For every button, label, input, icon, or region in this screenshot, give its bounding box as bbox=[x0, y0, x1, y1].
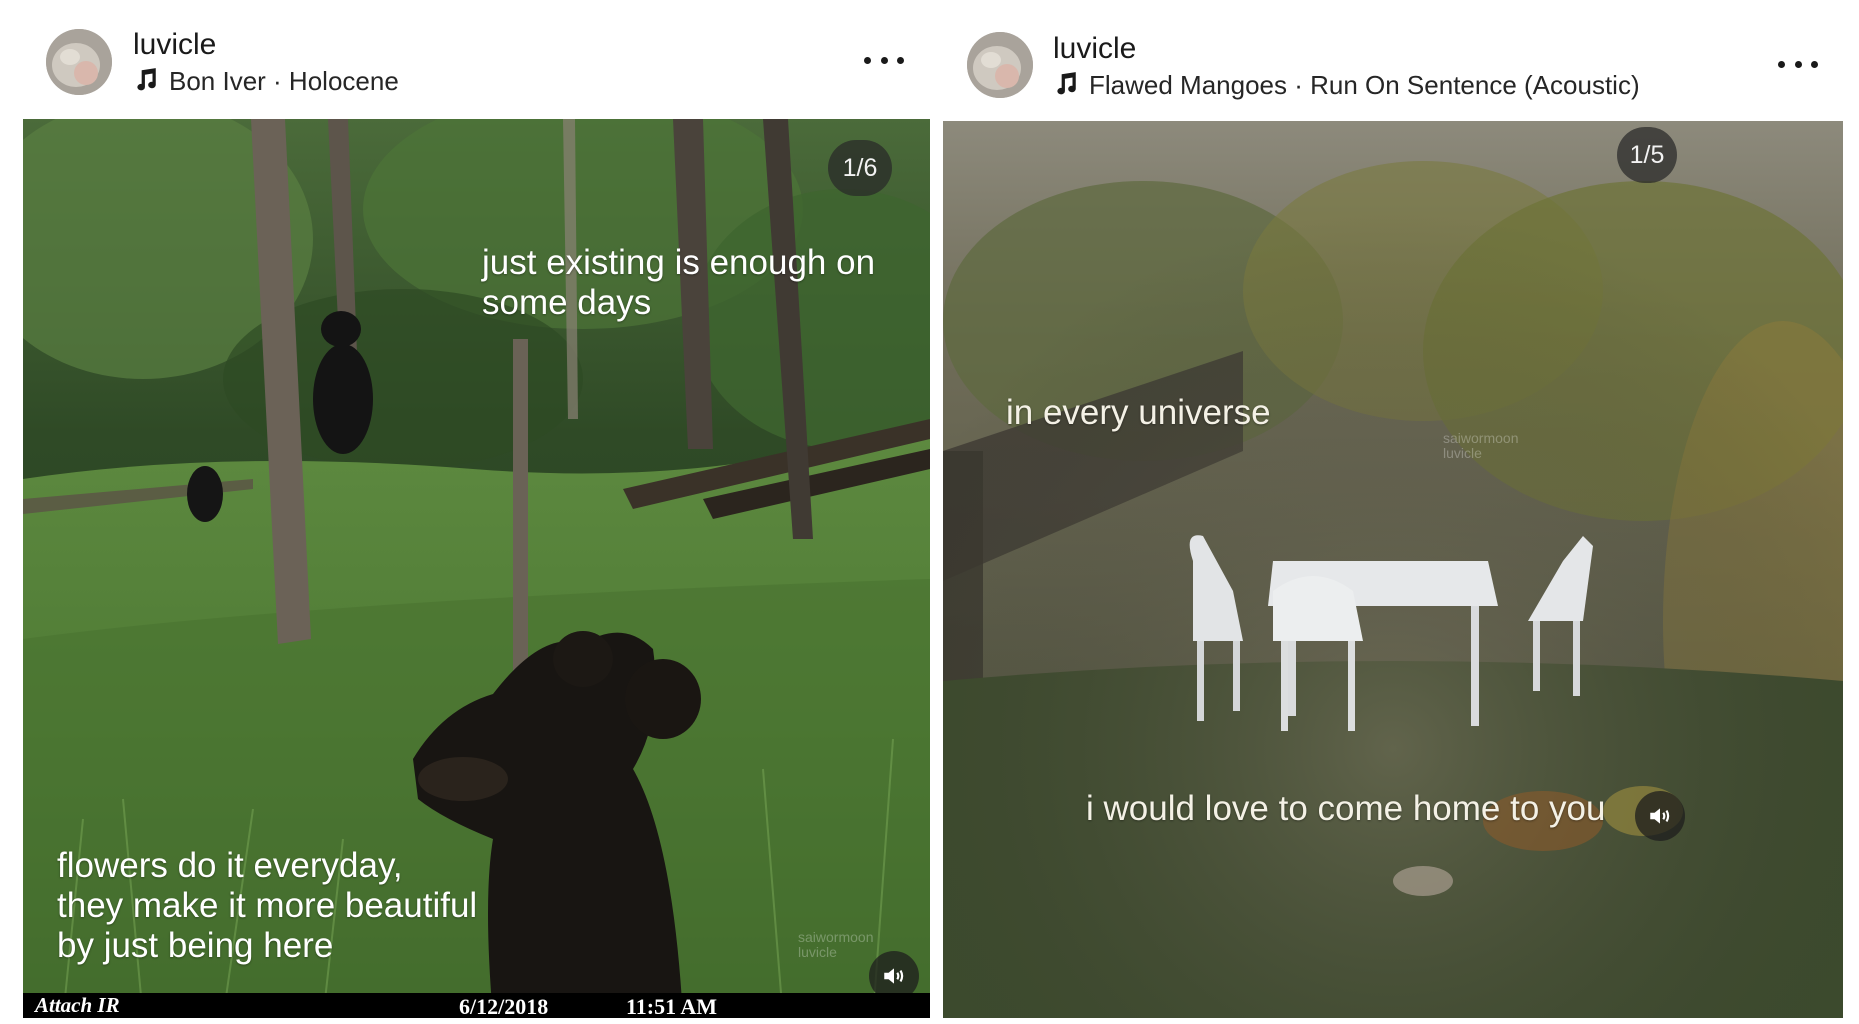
avatar[interactable] bbox=[967, 32, 1033, 98]
backyard-table-photo bbox=[943, 121, 1843, 1018]
trail-camera-bar: Attach IR 6/12/2018 11:51 AM bbox=[23, 993, 930, 1018]
music-note-icon bbox=[137, 68, 156, 91]
caption-top: in every universe bbox=[1006, 393, 1271, 432]
camera-brand: Attach IR bbox=[35, 993, 120, 1017]
post-card-1: luvicle Bon Iver · Holocene 1/6 just exi… bbox=[0, 0, 940, 1024]
caption-bottom: flowers do it everyday, they make it mor… bbox=[57, 846, 478, 965]
post-card-2: luvicle Flawed Mangoes · Run On Sentence… bbox=[940, 0, 1859, 1024]
username[interactable]: luvicle bbox=[133, 28, 216, 62]
slide-counter: 1/5 bbox=[1617, 127, 1677, 183]
music-track[interactable]: Flawed Mangoes · Run On Sentence (Acoust… bbox=[1053, 70, 1640, 101]
music-track-label: Bon Iver · Holocene bbox=[169, 66, 399, 96]
post-header: luvicle Bon Iver · Holocene bbox=[0, 0, 940, 118]
sound-on-icon[interactable] bbox=[1635, 791, 1685, 841]
caption-bottom: i would love to come home to you bbox=[1086, 789, 1606, 828]
caption-top: just existing is enough on some days bbox=[482, 243, 876, 322]
post-media-photo[interactable]: 1/6 just existing is enough on some days… bbox=[23, 119, 930, 1018]
music-track[interactable]: Bon Iver · Holocene bbox=[133, 66, 399, 97]
camera-time: 11:51 AM bbox=[626, 994, 718, 1018]
username[interactable]: luvicle bbox=[1053, 32, 1136, 66]
camera-date: 6/12/2018 bbox=[459, 994, 549, 1018]
watermark: saiwormoon luvicle bbox=[1443, 430, 1519, 461]
post-header: luvicle Flawed Mangoes · Run On Sentence… bbox=[940, 0, 1859, 118]
avatar[interactable] bbox=[46, 29, 112, 95]
more-options-icon[interactable] bbox=[1778, 54, 1818, 74]
watermark: saiwormoon luvicle bbox=[798, 929, 874, 960]
music-note-icon bbox=[1057, 72, 1076, 95]
more-options-icon[interactable] bbox=[864, 50, 904, 70]
music-track-label: Flawed Mangoes · Run On Sentence (Acoust… bbox=[1089, 70, 1640, 100]
slide-counter: 1/6 bbox=[828, 140, 892, 196]
post-media-photo[interactable]: 1/5 in every universe i would love to co… bbox=[943, 121, 1843, 1018]
